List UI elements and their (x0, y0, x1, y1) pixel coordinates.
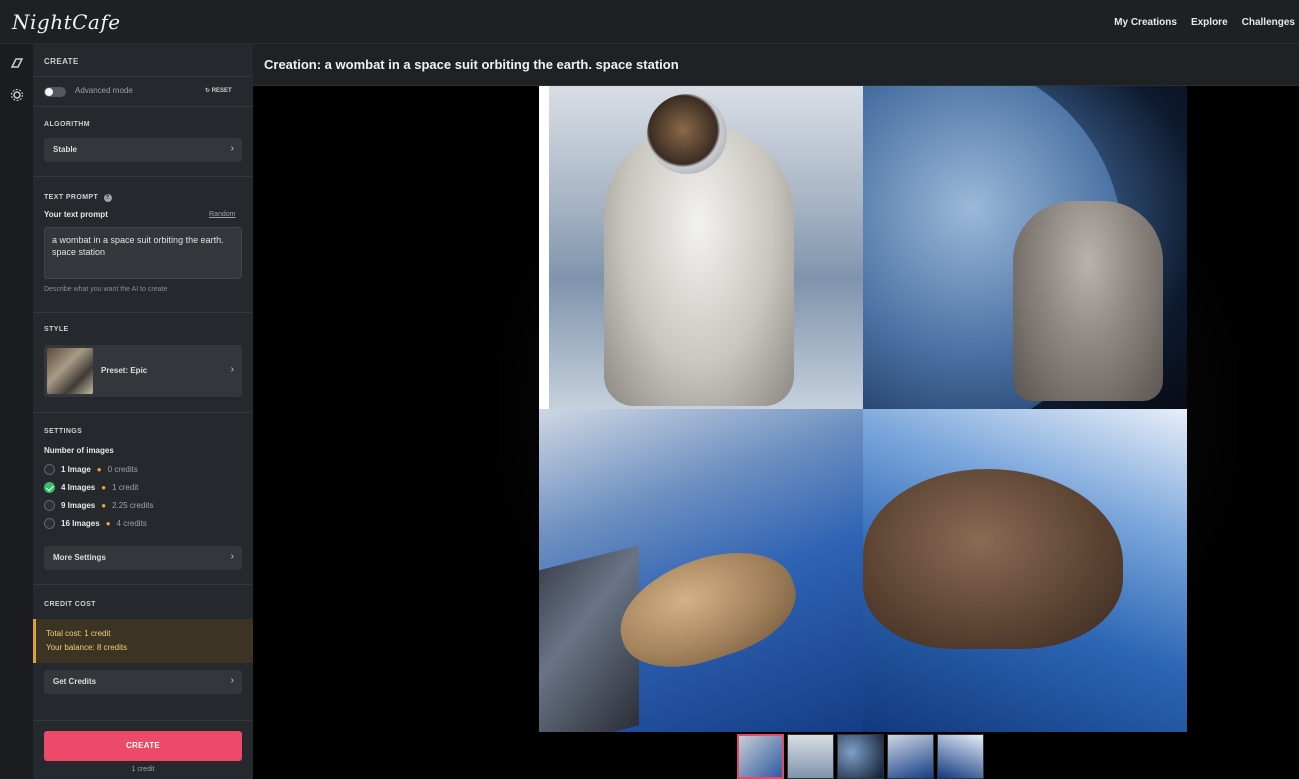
image-count-option[interactable]: 1 Image ● 0 credits (44, 462, 138, 476)
credit-cost-box: Total cost: 1 credit Your balance: 8 cre… (33, 619, 253, 663)
style-title: STYLE (44, 326, 69, 333)
top-bar: NightCafe My Creations Explore Challenge… (0, 0, 1299, 44)
create-button[interactable]: CREATE (44, 731, 242, 761)
divider (33, 106, 253, 107)
option-credits: 1 credit (112, 482, 139, 492)
image-grid (539, 86, 1187, 732)
chevron-right-icon: › (230, 675, 234, 686)
thumbnail-image-4[interactable] (937, 734, 984, 779)
app-logo[interactable]: NightCafe (12, 10, 121, 34)
nav-my-creations[interactable]: My Creations (1114, 17, 1177, 28)
more-settings-label: More Settings (53, 553, 106, 562)
radio-button[interactable] (44, 499, 55, 511)
settings-title: SETTINGS (44, 428, 83, 435)
style-thumbnail (47, 348, 93, 394)
thumbnail-strip (737, 734, 984, 779)
chevron-right-icon: › (230, 143, 234, 154)
total-cost: Total cost: 1 credit (46, 629, 111, 638)
page-title: Creation: a wombat in a space suit orbit… (264, 57, 679, 72)
sidebar-header: CREATE (44, 57, 79, 66)
generated-image-2[interactable] (863, 86, 1187, 409)
thumbnail-image-1[interactable] (787, 734, 834, 779)
nav-challenges[interactable]: Challenges (1242, 17, 1295, 28)
image-count-option[interactable]: 4 Images ● 1 credit (44, 480, 138, 494)
algorithm-title: ALGORITHM (44, 121, 90, 128)
creation-header: Creation: a wombat in a space suit orbit… (253, 44, 1299, 86)
divider (33, 176, 253, 177)
reset-icon: ↻ (205, 88, 212, 94)
image-count-option[interactable]: 9 Images ● 2.25 credits (44, 498, 153, 512)
more-settings-button[interactable]: More Settings › (44, 546, 242, 570)
option-credits: 4 credits (116, 518, 147, 528)
style-value: Preset: Epic (101, 366, 148, 375)
generated-image-4[interactable] (863, 409, 1187, 732)
creation-canvas (253, 86, 1299, 779)
radio-button-checked[interactable] (44, 481, 55, 493)
image-count-option[interactable]: 16 Images ● 4 credits (44, 516, 147, 530)
option-credits: 0 credits (107, 464, 138, 474)
advanced-mode-label: Advanced mode (75, 86, 133, 95)
toggle-knob (45, 88, 53, 96)
nav-explore[interactable]: Explore (1191, 17, 1228, 28)
text-prompt-title: TEXT PROMPT ? (44, 194, 112, 202)
your-balance: Your balance: 8 credits (46, 643, 128, 652)
advanced-mode-toggle[interactable] (44, 87, 66, 97)
divider (33, 312, 253, 313)
text-prompt-input[interactable]: a wombat in a space suit orbiting the ea… (44, 227, 242, 279)
random-prompt-link[interactable]: Random (209, 211, 235, 218)
create-cost-label: 1 credit (131, 766, 155, 773)
option-label: 4 Images (61, 482, 96, 492)
credit-cost-title: CREDIT COST (44, 601, 96, 608)
thumbnail-image-2[interactable] (837, 734, 884, 779)
create-sidebar: CREATE Advanced mode ↻ RESET ALGORITHM S… (33, 44, 253, 779)
coin-icon: ● (101, 500, 107, 510)
coin-icon: ● (101, 482, 107, 492)
option-label: 9 Images (61, 500, 96, 510)
settings-icon[interactable] (9, 88, 24, 103)
coin-icon: ● (105, 518, 111, 528)
radio-button[interactable] (44, 463, 55, 475)
top-nav: My Creations Explore Challenges (1114, 0, 1299, 44)
text-prompt-label: Your text prompt (44, 210, 108, 219)
radio-button[interactable] (44, 517, 55, 529)
option-label: 1 Image (61, 464, 91, 474)
option-credits: 2.25 credits (112, 500, 154, 510)
get-credits-button[interactable]: Get Credits › (44, 670, 242, 694)
wombat-figure (863, 469, 1123, 649)
style-select[interactable]: Preset: Epic › (44, 345, 242, 397)
chevron-right-icon: › (230, 551, 234, 562)
generated-image-3[interactable] (539, 409, 863, 732)
chevron-right-icon: › (230, 364, 234, 375)
reset-button[interactable]: ↻ RESET (205, 87, 232, 94)
divider (33, 412, 253, 413)
algorithm-select[interactable]: Stable › (44, 138, 242, 162)
icon-rail (0, 44, 33, 779)
generated-image-1[interactable] (539, 86, 863, 409)
text-prompt-helper: Describe what you want the AI to create (44, 286, 168, 293)
thumbnail-image-3[interactable] (887, 734, 934, 779)
astronaut-helmet (647, 94, 727, 174)
reset-label: RESET (211, 88, 232, 94)
wombat-figure (1013, 201, 1163, 401)
help-icon[interactable]: ? (103, 194, 112, 202)
option-label: 16 Images (61, 518, 100, 528)
thumbnail-grid-selected[interactable] (737, 734, 784, 779)
divider (33, 720, 253, 721)
coin-icon: ● (96, 464, 102, 474)
divider (33, 584, 253, 585)
get-credits-label: Get Credits (53, 677, 97, 686)
number-of-images-label: Number of images (44, 446, 114, 455)
algorithm-value: Stable (53, 145, 78, 154)
create-icon[interactable] (9, 56, 24, 71)
divider (33, 76, 253, 77)
